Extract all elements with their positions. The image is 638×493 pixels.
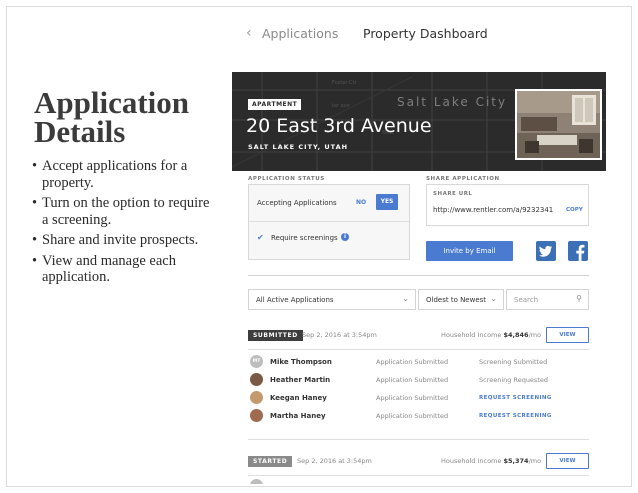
search-input[interactable]: Search ⚲ [506,289,589,310]
property-photo[interactable] [515,89,602,160]
avatar [250,373,263,386]
bullet-item: View and manage each application. [32,253,217,286]
property-dashboard: ‹ Applications Property Dashboard Foster… [232,14,606,484]
search-icon: ⚲ [576,294,582,303]
applicant-row[interactable]: Martha Haney Application Submitted REQUE… [248,408,589,425]
application-status-label: APPLICATION STATUS [248,176,325,182]
status-badge: STARTED [248,456,293,467]
screening-status: Screening Requested [479,376,548,384]
request-screening-link[interactable]: REQUEST SCREENING [479,413,552,419]
household-income-unit: /mo [528,331,542,339]
twitter-icon[interactable] [536,241,556,261]
applicant-row[interactable]: MT Mike Thompson Application Submitted S… [248,354,589,371]
property-photo-image [517,91,600,158]
map-street-label: ter ave [332,103,350,109]
invite-by-email-button[interactable]: Invite by Email [426,241,513,261]
view-button[interactable]: VIEW [546,453,589,469]
slide-title-line2: Details [34,114,126,149]
household-income: Household Income $4,846/mo [441,331,541,339]
accepting-applications-label: Accepting Applications [257,199,337,207]
application-status: Application Submitted [376,394,449,402]
facebook-icon[interactable] [568,241,588,261]
applicant-name[interactable]: Heather Martin [270,376,330,384]
application-status: Application Submitted [376,412,449,420]
household-income-label: Household Income [441,457,502,465]
group-date: Sep 2, 2016 at 3:54pm [302,331,377,339]
chevron-down-icon: ⌄ [490,294,497,303]
application-group-header: SUBMITTED Sep 2, 2016 at 3:54pm Househol… [248,327,589,345]
share-application-label: SHARE APPLICATION [426,176,500,182]
avatar: MT [250,355,263,368]
sort-select[interactable]: Oldest to Newest ⌄ [418,289,504,310]
applicant-name[interactable]: Martha Haney [270,412,326,420]
application-group-header: STARTED Sep 2, 2016 at 3:54pm Household … [248,453,589,471]
no-toggle-button[interactable]: NO [356,199,366,206]
chevron-left-icon[interactable]: ‹ [246,25,252,41]
yes-toggle-button[interactable]: YES [376,194,398,210]
avatar [250,391,263,404]
screening-status: Screening Submitted [479,358,548,366]
applicant-name[interactable]: Mike Thompson [270,358,332,366]
applicant-row[interactable]: Keegan Haney Application Submitted REQUE… [248,390,589,407]
top-nav: ‹ Applications Property Dashboard [232,14,606,58]
sort-value: Oldest to Newest [426,296,487,304]
page-title: Property Dashboard [363,26,488,41]
row-divider [248,475,589,476]
status-badge: SUBMITTED [248,330,303,341]
share-url-label: SHARE URL [433,191,473,197]
bullet-item: Turn on the option to require a screenin… [32,195,217,228]
checkmark-icon[interactable]: ✔ [257,233,264,242]
applicant-name[interactable]: Keegan Haney [270,394,327,402]
row-divider [248,349,589,350]
household-income-value: $5,374 [503,457,529,465]
household-income-unit: /mo [528,457,542,465]
group-date: Sep 2, 2016 at 3:54pm [297,457,372,465]
view-button[interactable]: VIEW [546,327,589,343]
require-screenings-label[interactable]: Require screenings [271,234,338,242]
avatar [250,479,263,484]
slide-bullets: Accept applications for a property. Turn… [32,158,217,290]
applicant-row[interactable]: Heather Martin Application Submitted Scr… [248,372,589,389]
accepting-row: Accepting Applications NO YES [249,185,409,222]
back-to-applications-link[interactable]: Applications [262,26,338,41]
slide-title-line1: Application [34,85,190,120]
application-status: Application Submitted [376,358,449,366]
bullet-item: Accept applications for a property. [32,158,217,191]
property-city-state: SALT LAKE CITY, UTAH [248,143,349,151]
slide-title: Application Details [34,85,224,149]
household-income-label: Household Income [441,331,502,339]
section-divider [248,275,589,276]
property-banner: Foster Ctr ter ave Mew Salt Lake City AP… [232,72,606,171]
share-url-value[interactable]: http://www.rentler.com/a/9232341 [433,206,553,214]
map-city-label: Salt Lake City [397,95,508,109]
application-status: Application Submitted [376,376,449,384]
map-street-label: Foster Ctr [332,80,357,86]
property-type-badge: APARTMENT [248,99,302,110]
household-income-value: $4,846 [503,331,529,339]
group-divider [248,439,589,440]
property-address: 20 East 3rd Avenue [246,115,432,137]
info-icon[interactable]: i [341,233,349,241]
copy-url-button[interactable]: COPY [566,207,583,213]
status-filter-value: All Active Applications [256,296,334,304]
applicant-row[interactable] [248,478,589,484]
avatar [250,409,263,422]
search-placeholder: Search [514,296,539,304]
bullet-item: Share and invite prospects. [32,232,217,249]
status-filter-select[interactable]: All Active Applications ⌄ [248,289,416,310]
chevron-down-icon: ⌄ [402,294,409,303]
application-status-box: Accepting Applications NO YES ✔ Require … [248,184,410,260]
household-income: Household Income $5,374/mo [441,457,541,465]
share-url-box: SHARE URL http://www.rentler.com/a/92323… [426,184,589,226]
request-screening-link[interactable]: REQUEST SCREENING [479,395,552,401]
